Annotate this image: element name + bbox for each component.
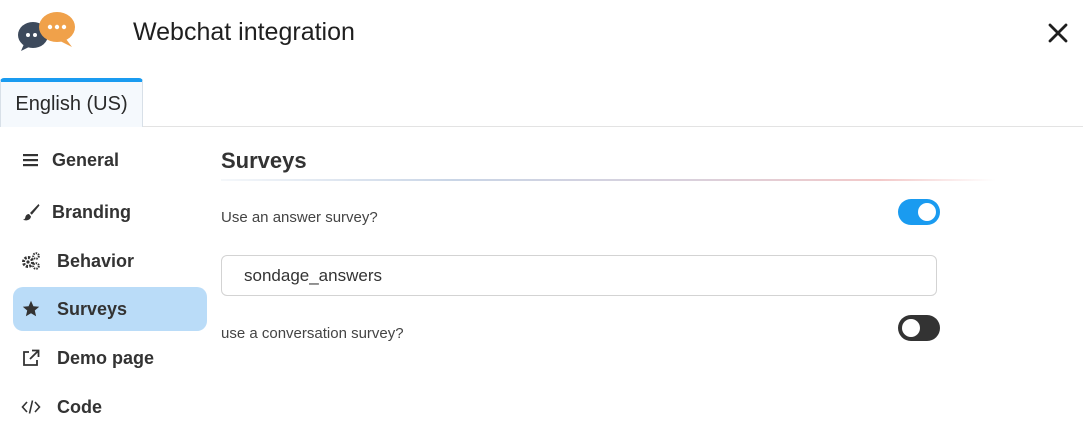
sidebar-item-behavior[interactable]: Behavior (13, 239, 207, 283)
sidebar-item-branding[interactable]: Branding (13, 190, 207, 234)
language-tabs: English (US) (0, 78, 1083, 127)
star-icon (21, 299, 41, 319)
sidebar-item-demo-page[interactable]: Demo page (13, 336, 207, 380)
header: Webchat integration (0, 0, 1083, 70)
section-title: Surveys (221, 148, 307, 173)
sidebar-item-label: Behavior (57, 250, 135, 271)
section-divider (221, 179, 996, 181)
conversation-survey-toggle[interactable] (898, 315, 940, 341)
sidebar-item-general[interactable]: General (13, 138, 207, 182)
conversation-survey-label: use a conversation survey? (221, 325, 404, 342)
sidebar-item-label: General (52, 149, 120, 170)
tab-english-us[interactable]: English (US) (0, 78, 143, 127)
toggle-knob (918, 203, 936, 221)
tab-label: English (US) (15, 93, 128, 115)
hamburger-icon (21, 150, 41, 170)
answer-survey-label: Use an answer survey? (221, 209, 378, 226)
paintbrush-icon (21, 202, 41, 222)
close-icon[interactable] (1043, 18, 1073, 48)
sidebar-item-surveys[interactable]: Surveys (13, 287, 207, 331)
sidebar-item-label: Branding (52, 201, 131, 222)
sidebar-item-label: Demo page (57, 347, 155, 368)
page-title: Webchat integration (133, 18, 355, 46)
external-link-icon (21, 348, 41, 368)
sidebar-item-label: Surveys (57, 298, 128, 319)
gears-icon (21, 251, 41, 271)
answer-survey-toggle[interactable] (898, 199, 940, 225)
chat-bubbles-logo-icon (18, 12, 75, 51)
sidebar-item-label: Code (57, 396, 102, 417)
sidebar-item-code[interactable]: Code (13, 385, 207, 429)
code-icon (21, 397, 41, 417)
toggle-knob (902, 319, 920, 337)
answer-survey-input[interactable] (221, 255, 937, 296)
